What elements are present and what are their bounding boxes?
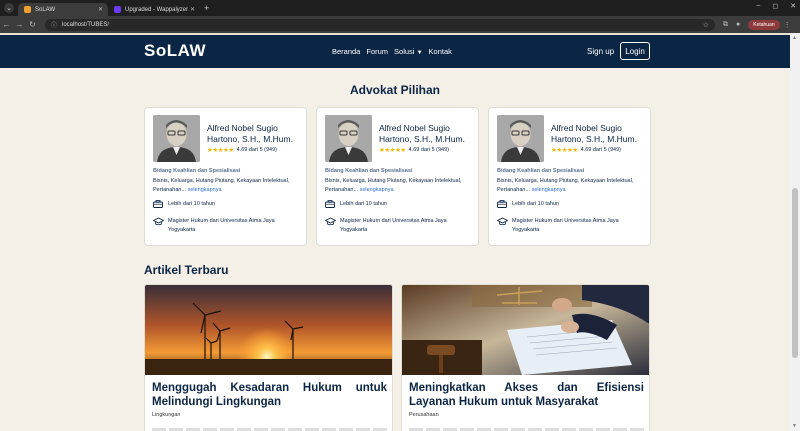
login-button[interactable]: Login	[620, 42, 650, 60]
tab-title: SoLAW	[35, 6, 56, 13]
lawyer-card[interactable]: Alfred Nobel Sugio Hartono, S.H., M.Hum.…	[316, 107, 479, 246]
tab-title: Upgraded - Wappalyzer	[125, 6, 189, 13]
lawyer-name[interactable]: Alfred Nobel Sugio Hartono, S.H., M.Hum.	[207, 123, 303, 145]
browser-tab-solaw[interactable]: SoLAW ✕	[18, 3, 108, 16]
briefcase-icon	[153, 200, 164, 210]
article-category: Lingkungan	[152, 412, 181, 418]
rating-text: 4.69 dari 5 (949)	[580, 147, 621, 153]
signup-link[interactable]: Sign up	[587, 47, 614, 56]
experience-row: Lebih dari 10 tahun	[497, 200, 559, 210]
expertise-text: Bisnis, Keluarga, Hutang Piutang, Kekaya…	[153, 177, 303, 195]
bookmark-star-icon[interactable]: ☆	[703, 21, 709, 29]
selengkapnya-link[interactable]: selengkapnya	[188, 187, 222, 193]
reload-icon[interactable]: ↻	[26, 20, 39, 29]
wind-turbines-sunset-image	[145, 285, 392, 375]
education-text: Magister Hukum dari Universitas Atma Jay…	[168, 218, 275, 233]
education-text: Magister Hukum dari Universitas Atma Jay…	[512, 218, 619, 233]
experience-row: Lebih dari 10 tahun	[325, 200, 387, 210]
education-row: Magister Hukum dari Universitas Atma Jay…	[496, 217, 647, 235]
lawyer-photo	[325, 115, 372, 162]
artikel-section-title: Artikel Terbaru	[144, 263, 229, 277]
article-category: Perusahaan	[409, 412, 439, 418]
graduation-cap-icon	[152, 217, 165, 228]
star-rating-icon: ★★★★★	[551, 147, 578, 154]
briefcase-icon	[325, 200, 336, 210]
extensions-icon[interactable]: ⧉	[723, 21, 728, 29]
address-bar[interactable]: ⓘ localhost/TUBES/ ☆	[45, 18, 715, 31]
experience-row: Lebih dari 10 tahun	[153, 200, 215, 210]
briefcase-icon	[497, 200, 508, 210]
selengkapnya-link[interactable]: selengkapnya	[532, 187, 566, 193]
caret-down-icon: ▼	[416, 50, 423, 56]
nav-kontak[interactable]: Kontak	[429, 47, 452, 56]
site-navbar: SoLAW Beranda Forum Solusi ▼ Kontak Sign…	[0, 33, 790, 68]
expertise-text: Bisnis, Keluarga, Hutang Piutang, Kekaya…	[325, 177, 475, 195]
new-tab-button[interactable]: +	[204, 3, 209, 13]
lawyer-card[interactable]: Alfred Nobel Sugio Hartono, S.H., M.Hum.…	[488, 107, 651, 246]
experience-text: Lebih dari 10 tahun	[168, 201, 216, 207]
browser-menu-icon[interactable]: ⋮	[784, 21, 791, 29]
scroll-down-icon[interactable]: ▼	[792, 423, 797, 429]
lawyer-photo	[153, 115, 200, 162]
tab-close-icon[interactable]: ✕	[98, 6, 103, 13]
solaw-favicon-icon	[24, 6, 31, 13]
profile-person-icon[interactable]: ●	[736, 21, 740, 28]
lawyer-rating: ★★★★★ 4.69 dari 5 (949)	[551, 146, 621, 154]
site-logo[interactable]: SoLAW	[144, 41, 206, 61]
lawyer-name[interactable]: Alfred Nobel Sugio Hartono, S.H., M.Hum.	[379, 123, 475, 145]
tab-search-icon[interactable]: ⌄	[4, 3, 14, 13]
article-card[interactable]: Meningkatkan Akses dan Efisiensi Layanan…	[401, 284, 650, 431]
nav-forum[interactable]: Forum	[366, 47, 388, 56]
close-window-icon[interactable]: ✕	[790, 2, 796, 10]
education-row: Magister Hukum dari Universitas Atma Jay…	[152, 217, 303, 235]
main-nav: Beranda Forum Solusi ▼ Kontak	[332, 47, 452, 56]
experience-text: Lebih dari 10 tahun	[340, 201, 388, 207]
forward-arrow-icon[interactable]: →	[13, 20, 26, 29]
article-card[interactable]: Menggugah Kesadaran Hukum untuk Melindun…	[144, 284, 393, 431]
expertise-heading: Bidang Keahlian dan Spesialisasi	[325, 168, 413, 174]
rating-text: 4.69 dari 5 (949)	[408, 147, 449, 153]
page-scrollbar[interactable]: ▲ ▼	[790, 33, 800, 431]
lawyer-rating: ★★★★★ 4.69 dari 5 (949)	[207, 146, 277, 154]
expertise-text: Bisnis, Keluarga, Hutang Piutang, Kekaya…	[497, 177, 647, 195]
rating-text: 4.69 dari 5 (949)	[236, 147, 277, 153]
selengkapnya-link[interactable]: selengkapnya	[360, 187, 394, 193]
graduation-cap-icon	[496, 217, 509, 228]
lawyer-photo	[497, 115, 544, 162]
scroll-up-icon[interactable]: ▲	[792, 35, 797, 41]
minimize-icon[interactable]: –	[756, 2, 760, 10]
browser-toolbar: ← → ↻ ⓘ localhost/TUBES/ ☆ ⧉ ● Ketahuan …	[0, 16, 800, 33]
tab-close-icon[interactable]: ✕	[190, 6, 195, 13]
window-controls: – ◻ ✕	[756, 2, 796, 10]
nav-beranda[interactable]: Beranda	[332, 47, 360, 56]
browser-tab-wappalyzer[interactable]: Upgraded - Wappalyzer ✕	[108, 3, 200, 16]
browser-tab-bar: ⌄ SoLAW ✕ Upgraded - Wappalyzer ✕ + – ◻ …	[0, 0, 800, 16]
main-content: Advokat Pilihan Alfred Nobel Sugio Harto…	[0, 68, 790, 431]
lawyer-card[interactable]: Alfred Nobel Sugio Hartono, S.H., M.Hum.…	[144, 107, 307, 246]
expertise-heading: Bidang Keahlian dan Spesialisasi	[497, 168, 585, 174]
back-arrow-icon[interactable]: ←	[0, 20, 13, 29]
advokat-section-title: Advokat Pilihan	[349, 83, 441, 97]
wappalyzer-favicon-icon	[114, 6, 121, 13]
maximize-icon[interactable]: ◻	[772, 2, 778, 10]
url-text: localhost/TUBES/	[62, 21, 110, 28]
star-rating-icon: ★★★★★	[379, 147, 406, 154]
nav-solusi[interactable]: Solusi ▼	[394, 47, 422, 56]
graduation-cap-icon	[324, 217, 337, 228]
site-info-icon[interactable]: ⓘ	[51, 20, 57, 29]
article-title[interactable]: Meningkatkan Akses dan Efisiensi Layanan…	[409, 381, 644, 409]
star-rating-icon: ★★★★★	[207, 147, 234, 154]
gavel-document-signing-image	[402, 285, 649, 375]
scrollbar-thumb[interactable]	[792, 188, 798, 358]
education-text: Magister Hukum dari Universitas Atma Jay…	[340, 218, 447, 233]
lawyer-rating: ★★★★★ 4.69 dari 5 (949)	[379, 146, 449, 154]
profile-chip[interactable]: Ketahuan	[748, 19, 780, 30]
experience-text: Lebih dari 10 tahun	[512, 201, 560, 207]
expertise-heading: Bidang Keahlian dan Spesialisasi	[153, 168, 241, 174]
nav-solusi-label: Solusi	[394, 47, 415, 56]
education-row: Magister Hukum dari Universitas Atma Jay…	[324, 217, 475, 235]
lawyer-name[interactable]: Alfred Nobel Sugio Hartono, S.H., M.Hum.	[551, 123, 647, 145]
article-title[interactable]: Menggugah Kesadaran Hukum untuk Melindun…	[152, 381, 387, 409]
